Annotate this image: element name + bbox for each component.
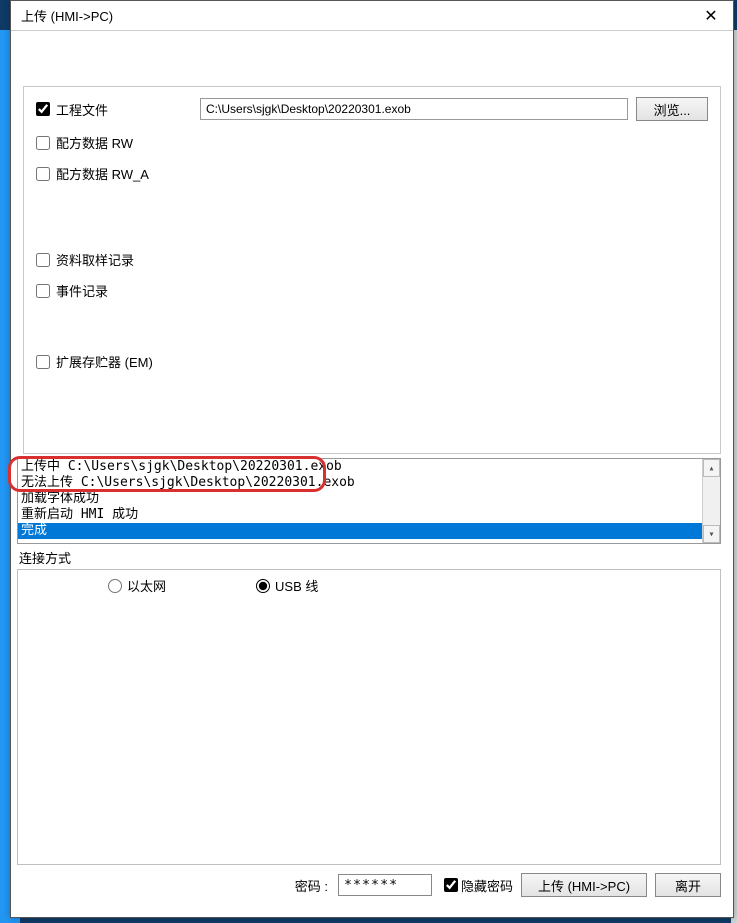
bottom-bar: 密码 : 隐藏密码 上传 (HMI->PC) 离开 xyxy=(11,865,733,905)
checkbox-recipe-rw-a-input[interactable] xyxy=(36,167,50,181)
checkbox-sampling-label: 资料取样记录 xyxy=(56,250,134,269)
spacer xyxy=(36,195,708,250)
upload-button[interactable]: 上传 (HMI->PC) xyxy=(521,873,647,897)
connection-radios: 以太网 USB 线 xyxy=(108,576,710,595)
checkbox-event-input[interactable] xyxy=(36,284,50,298)
radio-ethernet[interactable]: 以太网 xyxy=(108,576,166,595)
checkbox-project-input[interactable] xyxy=(36,102,50,116)
radio-usb[interactable]: USB 线 xyxy=(256,576,318,595)
leave-button[interactable]: 离开 xyxy=(655,873,721,897)
radio-ethernet-label: 以太网 xyxy=(127,576,166,595)
checkbox-em-label: 扩展存贮器 (EM) xyxy=(56,352,153,371)
checkbox-sampling[interactable]: 资料取样记录 xyxy=(36,250,134,269)
log-line[interactable]: 重新启动 HMI 成功 xyxy=(18,507,702,523)
log-line[interactable]: 上传中 C:\Users\sjgk\Desktop\20220301.exob xyxy=(18,459,702,475)
window-title: 上传 (HMI->PC) xyxy=(11,6,689,25)
checkbox-em[interactable]: 扩展存贮器 (EM) xyxy=(36,352,153,371)
radio-usb-input[interactable] xyxy=(256,579,270,593)
row-event: 事件记录 xyxy=(36,281,708,300)
log-line-selected[interactable]: 完成 xyxy=(18,523,702,539)
row-em: 扩展存贮器 (EM) xyxy=(36,352,708,371)
row-project: 工程文件 浏览... xyxy=(36,97,708,121)
titlebar: 上传 (HMI->PC) ✕ xyxy=(11,1,733,31)
upload-options-group: 工程文件 浏览... 配方数据 RW 配方数据 RW_A xyxy=(23,86,721,454)
checkbox-project-label: 工程文件 xyxy=(56,100,108,119)
browse-button[interactable]: 浏览... xyxy=(636,97,708,121)
checkbox-em-input[interactable] xyxy=(36,355,50,369)
log-line[interactable]: 加载字体成功 xyxy=(18,491,702,507)
row-recipe-rw-a: 配方数据 RW_A xyxy=(36,164,708,183)
log-scrollbar[interactable]: ▴ ▾ xyxy=(702,459,720,543)
checkbox-recipe-rw-a[interactable]: 配方数据 RW_A xyxy=(36,164,149,183)
project-path-input[interactable] xyxy=(200,98,628,120)
checkbox-recipe-rw-a-label: 配方数据 RW_A xyxy=(56,164,149,183)
dialog-content: 工程文件 浏览... 配方数据 RW 配方数据 RW_A xyxy=(11,31,733,917)
checkbox-event[interactable]: 事件记录 xyxy=(36,281,108,300)
password-input[interactable] xyxy=(338,874,432,896)
spacer xyxy=(36,312,708,352)
log-box: 上传中 C:\Users\sjgk\Desktop\20220301.exob … xyxy=(17,458,721,544)
checkbox-hide-password-input[interactable] xyxy=(444,878,458,892)
checkbox-hide-password[interactable]: 隐藏密码 xyxy=(444,876,513,895)
connection-label: 连接方式 xyxy=(19,548,733,567)
checkbox-recipe-rw-label: 配方数据 RW xyxy=(56,133,133,152)
connection-group: 以太网 USB 线 xyxy=(17,569,721,865)
scroll-up-icon[interactable]: ▴ xyxy=(703,459,720,477)
checkbox-sampling-input[interactable] xyxy=(36,253,50,267)
scroll-down-icon[interactable]: ▾ xyxy=(703,525,720,543)
checkbox-hide-password-label: 隐藏密码 xyxy=(461,876,513,895)
checkbox-event-label: 事件记录 xyxy=(56,281,108,300)
checkbox-project[interactable]: 工程文件 xyxy=(36,100,108,119)
log-line[interactable]: 无法上传 C:\Users\sjgk\Desktop\20220301.exob xyxy=(18,475,702,491)
checkbox-recipe-rw[interactable]: 配方数据 RW xyxy=(36,133,133,152)
checkbox-recipe-rw-input[interactable] xyxy=(36,136,50,150)
row-sampling: 资料取样记录 xyxy=(36,250,708,269)
radio-ethernet-input[interactable] xyxy=(108,579,122,593)
radio-usb-label: USB 线 xyxy=(275,576,318,595)
dialog-window: 上传 (HMI->PC) ✕ 工程文件 浏览... 配方数据 RW xyxy=(10,0,734,918)
log-content[interactable]: 上传中 C:\Users\sjgk\Desktop\20220301.exob … xyxy=(18,459,702,543)
close-icon[interactable]: ✕ xyxy=(689,1,733,30)
password-label: 密码 : xyxy=(295,876,328,895)
row-recipe-rw: 配方数据 RW xyxy=(36,133,708,152)
